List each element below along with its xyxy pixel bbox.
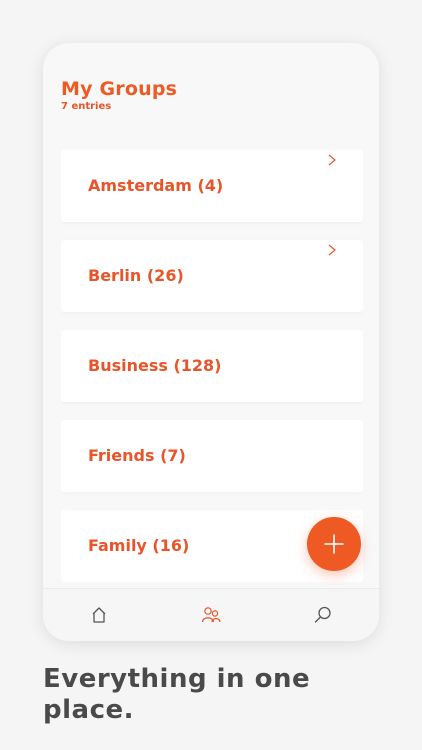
tab-search[interactable] xyxy=(267,589,379,641)
chevron-right-icon xyxy=(328,244,336,256)
search-icon xyxy=(314,606,331,623)
phone-frame: My Groups 7 entries Amsterdam (4) Berlin… xyxy=(43,43,379,641)
add-group-button[interactable] xyxy=(307,517,361,571)
page-header: My Groups 7 entries xyxy=(61,77,177,113)
home-icon xyxy=(92,607,106,623)
group-label: Family (16) xyxy=(88,536,190,555)
group-label: Berlin (26) xyxy=(88,266,184,285)
group-card-friends[interactable]: Friends (7) xyxy=(61,420,363,492)
group-card-berlin[interactable]: Berlin (26) xyxy=(61,240,363,312)
tab-home[interactable] xyxy=(43,589,155,641)
plus-icon xyxy=(324,534,344,554)
groups-list: Amsterdam (4) Berlin (26) Business (128)… xyxy=(61,150,363,582)
tab-groups[interactable] xyxy=(155,589,267,641)
page-title: My Groups xyxy=(61,78,178,100)
promo-tagline: Everything in one place. xyxy=(43,664,311,725)
group-card-business[interactable]: Business (128) xyxy=(61,330,363,402)
group-label: Amsterdam (4) xyxy=(88,176,224,195)
bottom-tab-bar xyxy=(43,588,379,641)
group-card-amsterdam[interactable]: Amsterdam (4) xyxy=(61,150,363,222)
group-label: Friends (7) xyxy=(88,446,186,465)
chevron-right-icon xyxy=(328,154,336,166)
entries-count: 7 entries xyxy=(61,101,112,112)
people-icon xyxy=(201,607,221,623)
group-label: Business (128) xyxy=(88,356,222,375)
